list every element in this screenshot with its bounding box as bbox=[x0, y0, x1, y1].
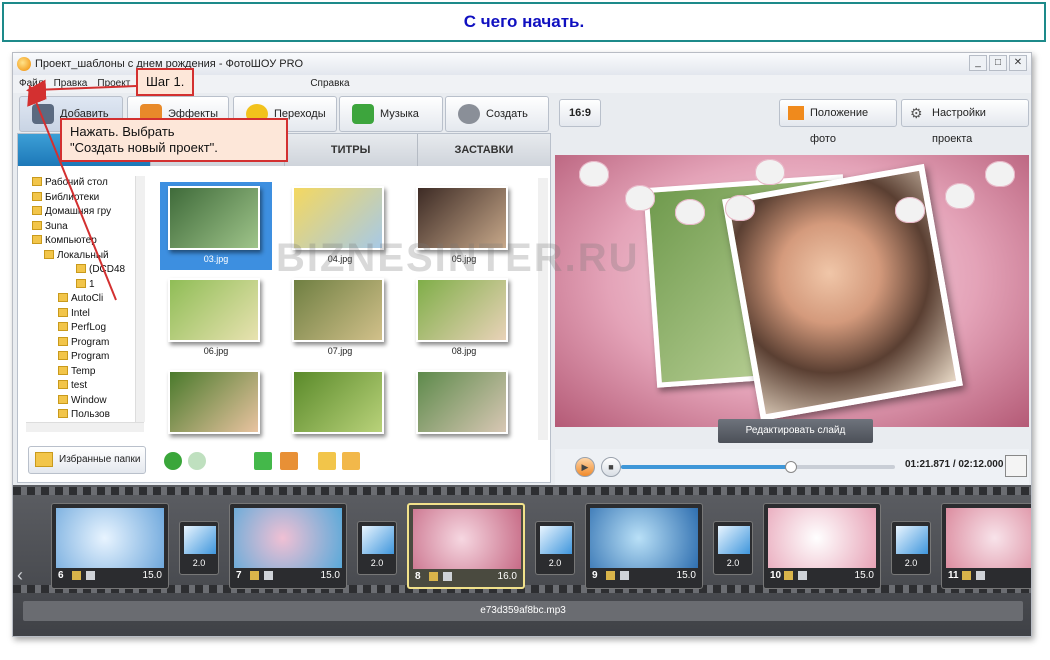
instruction-callout: Нажать. Выбрать "Создать новый проект". bbox=[60, 118, 288, 162]
arrow-to-file-menu bbox=[26, 79, 137, 100]
annotation-arrows bbox=[26, 79, 137, 301]
step-callout: Шаг 1. bbox=[136, 68, 195, 96]
